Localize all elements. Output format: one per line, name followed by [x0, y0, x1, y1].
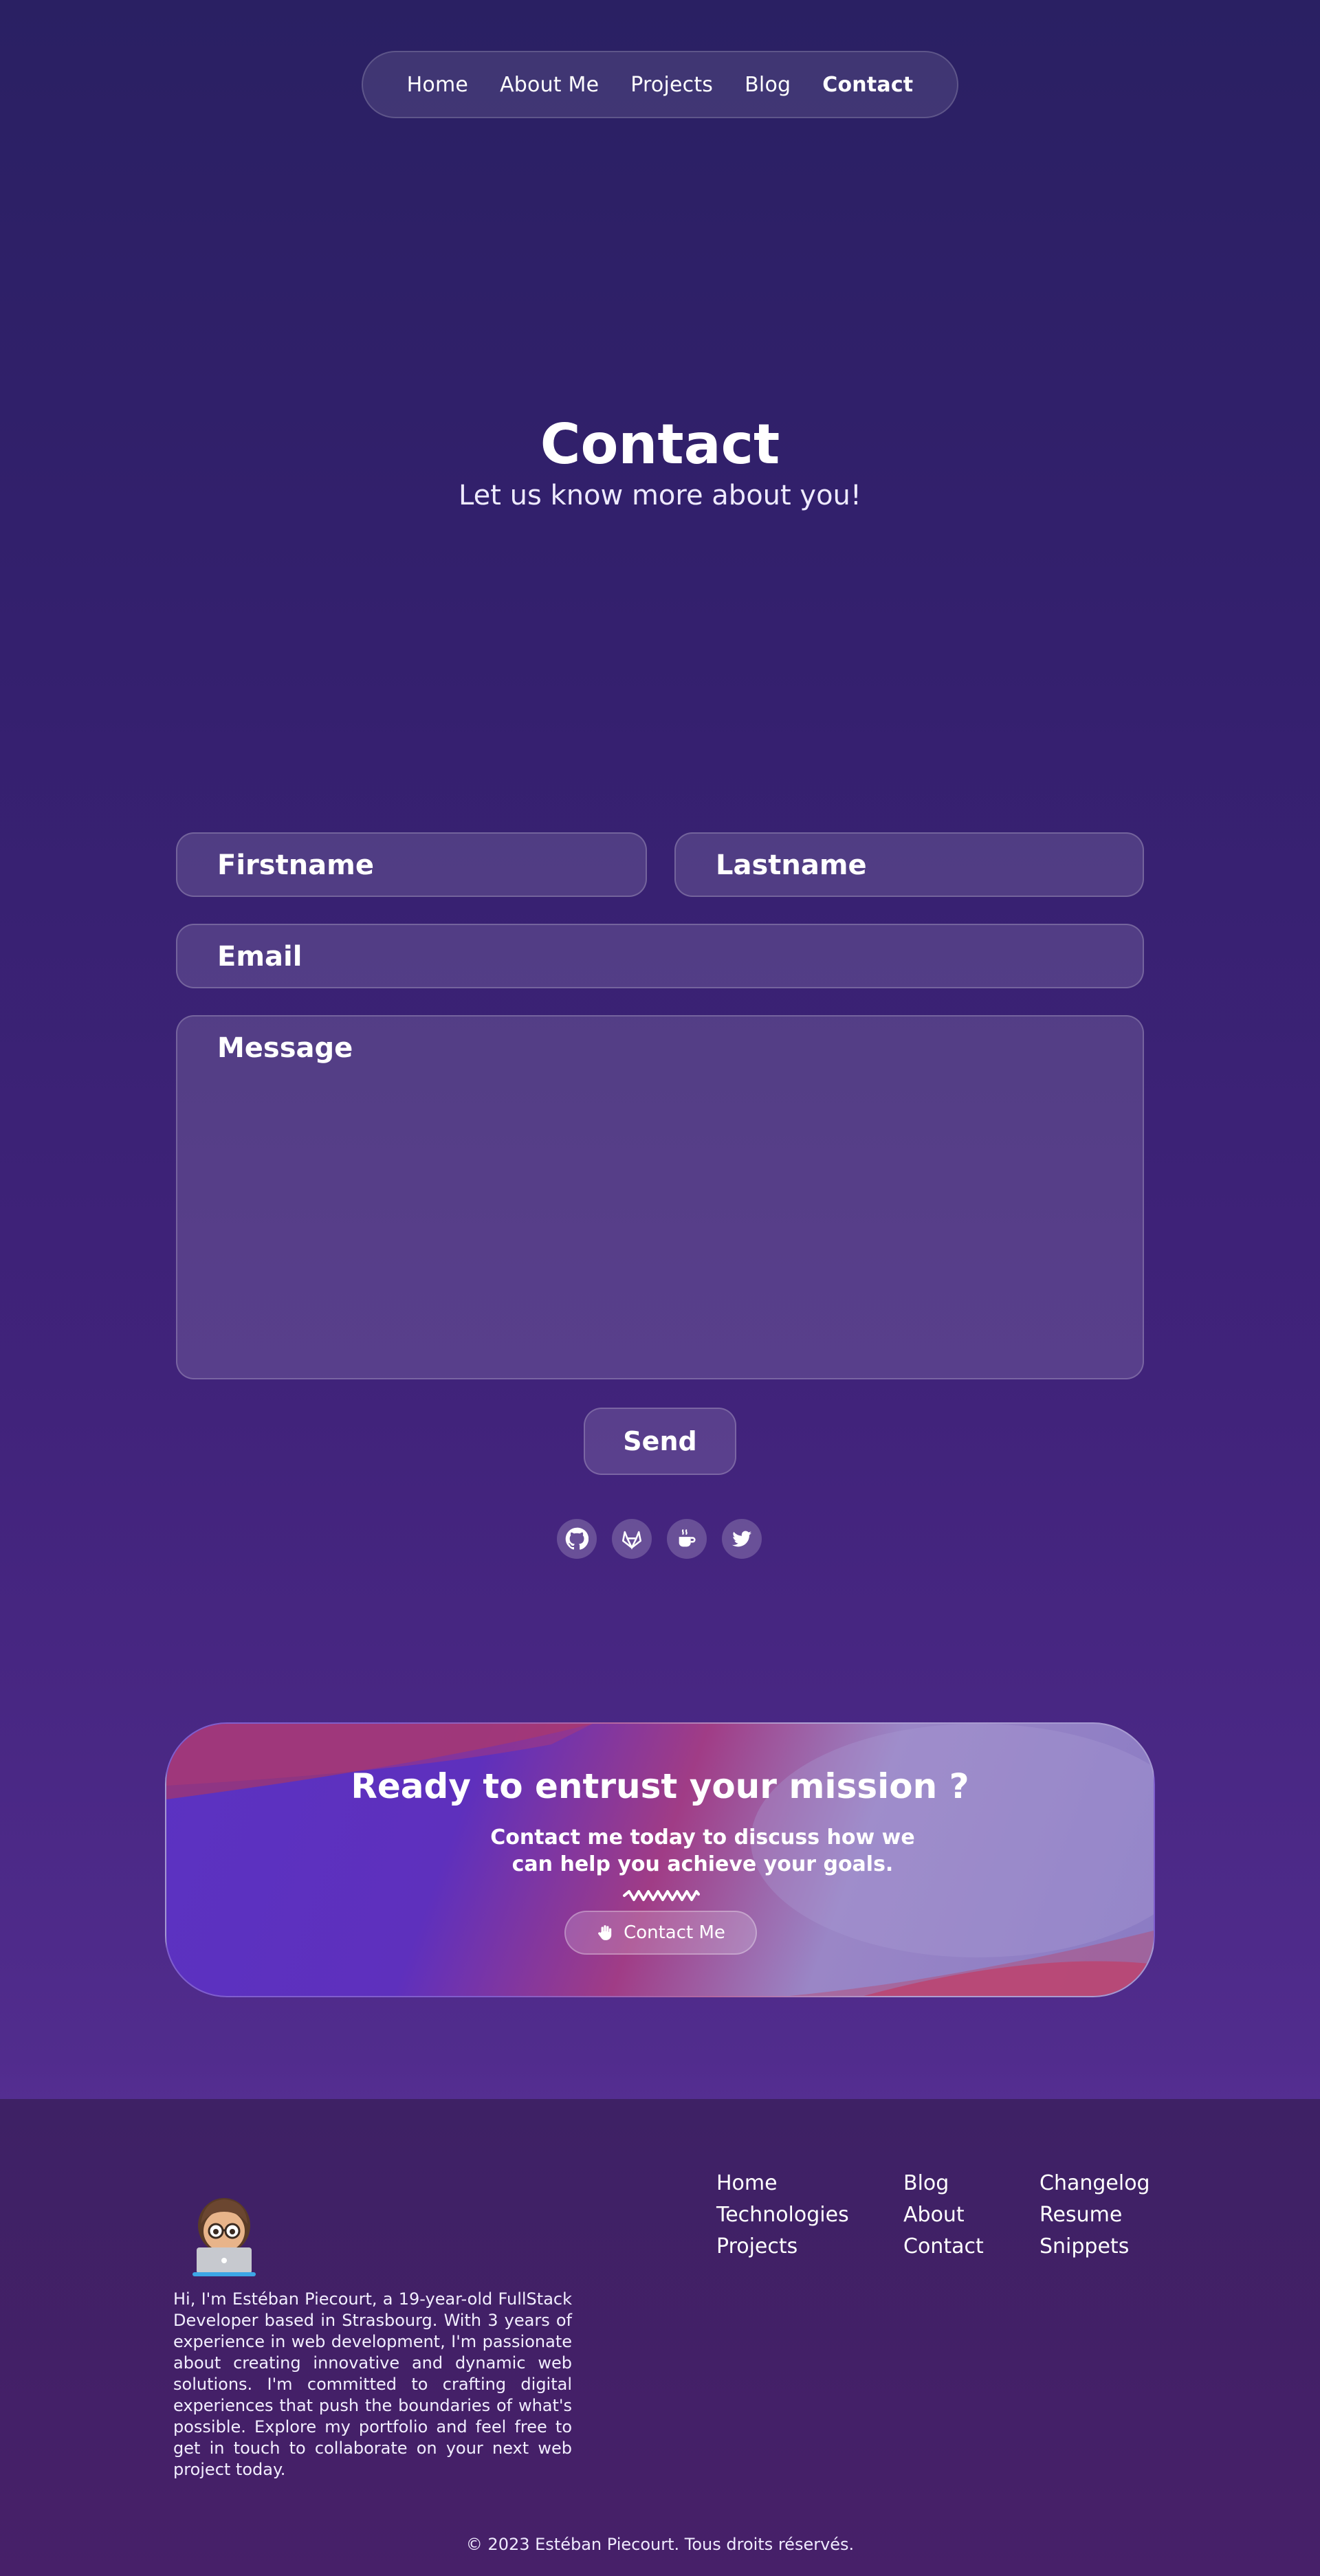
- nav-item-home[interactable]: Home: [407, 73, 468, 97]
- footer-link-changelog[interactable]: Changelog: [1040, 2172, 1150, 2195]
- email-placeholder: Email: [217, 941, 302, 973]
- contact-me-label: Contact Me: [624, 1922, 725, 1943]
- message-placeholder: Message: [217, 1032, 353, 1064]
- footer-link-home[interactable]: Home: [716, 2172, 849, 2195]
- cta-banner: Ready to entrust your mission ? Contact …: [165, 1722, 1155, 1997]
- copyright: © 2023 Estéban Piecourt. Tous droits rés…: [465, 2535, 855, 2554]
- twitter-icon[interactable]: [722, 1519, 762, 1559]
- footer-link-contact[interactable]: Contact: [903, 2235, 984, 2258]
- lastname-placeholder: Lastname: [716, 850, 867, 881]
- gitlab-icon[interactable]: [612, 1519, 652, 1559]
- page-title: Contact: [540, 412, 780, 476]
- email-field[interactable]: Email: [176, 924, 1144, 988]
- hand-icon: [598, 1925, 612, 1940]
- nav-item-about-me[interactable]: About Me: [500, 73, 599, 97]
- contact-me-button[interactable]: Contact Me: [564, 1911, 757, 1955]
- lastname-field[interactable]: Lastname: [674, 832, 1144, 897]
- footer-bio: Hi, I'm Estéban Piecourt, a 19-year-old …: [173, 2289, 572, 2479]
- cta-text: Contact me today to discuss how we can h…: [490, 1825, 915, 1876]
- send-button[interactable]: Send: [584, 1408, 736, 1475]
- avatar: [192, 2198, 256, 2276]
- social-links: [557, 1519, 762, 1559]
- github-icon[interactable]: [557, 1519, 597, 1559]
- coffee-icon[interactable]: [667, 1519, 707, 1559]
- firstname-placeholder: Firstname: [217, 850, 374, 881]
- wave-divider-icon: [623, 1890, 700, 1901]
- nav-item-contact[interactable]: Contact: [822, 73, 913, 97]
- cta-title: Ready to entrust your mission ?: [351, 1766, 969, 1806]
- footer-link-resume[interactable]: Resume: [1040, 2203, 1150, 2227]
- main-nav: Home About Me Projects Blog Contact: [362, 51, 958, 118]
- footer-links-col-3: Changelog Resume Snippets: [1040, 2172, 1150, 2258]
- footer-link-snippets[interactable]: Snippets: [1040, 2235, 1150, 2258]
- nav-item-blog[interactable]: Blog: [745, 73, 791, 97]
- footer-link-blog[interactable]: Blog: [903, 2172, 984, 2195]
- firstname-field[interactable]: Firstname: [176, 832, 647, 897]
- footer-links-col-2: Blog About Contact: [903, 2172, 984, 2258]
- nav-item-projects[interactable]: Projects: [630, 73, 713, 97]
- footer-link-projects[interactable]: Projects: [716, 2235, 849, 2258]
- footer-link-technologies[interactable]: Technologies: [716, 2203, 849, 2227]
- footer-links-col-1: Home Technologies Projects: [716, 2172, 849, 2258]
- page-subtitle: Let us know more about you!: [459, 480, 861, 511]
- footer-link-about[interactable]: About: [903, 2203, 984, 2227]
- message-field[interactable]: Message: [176, 1015, 1144, 1379]
